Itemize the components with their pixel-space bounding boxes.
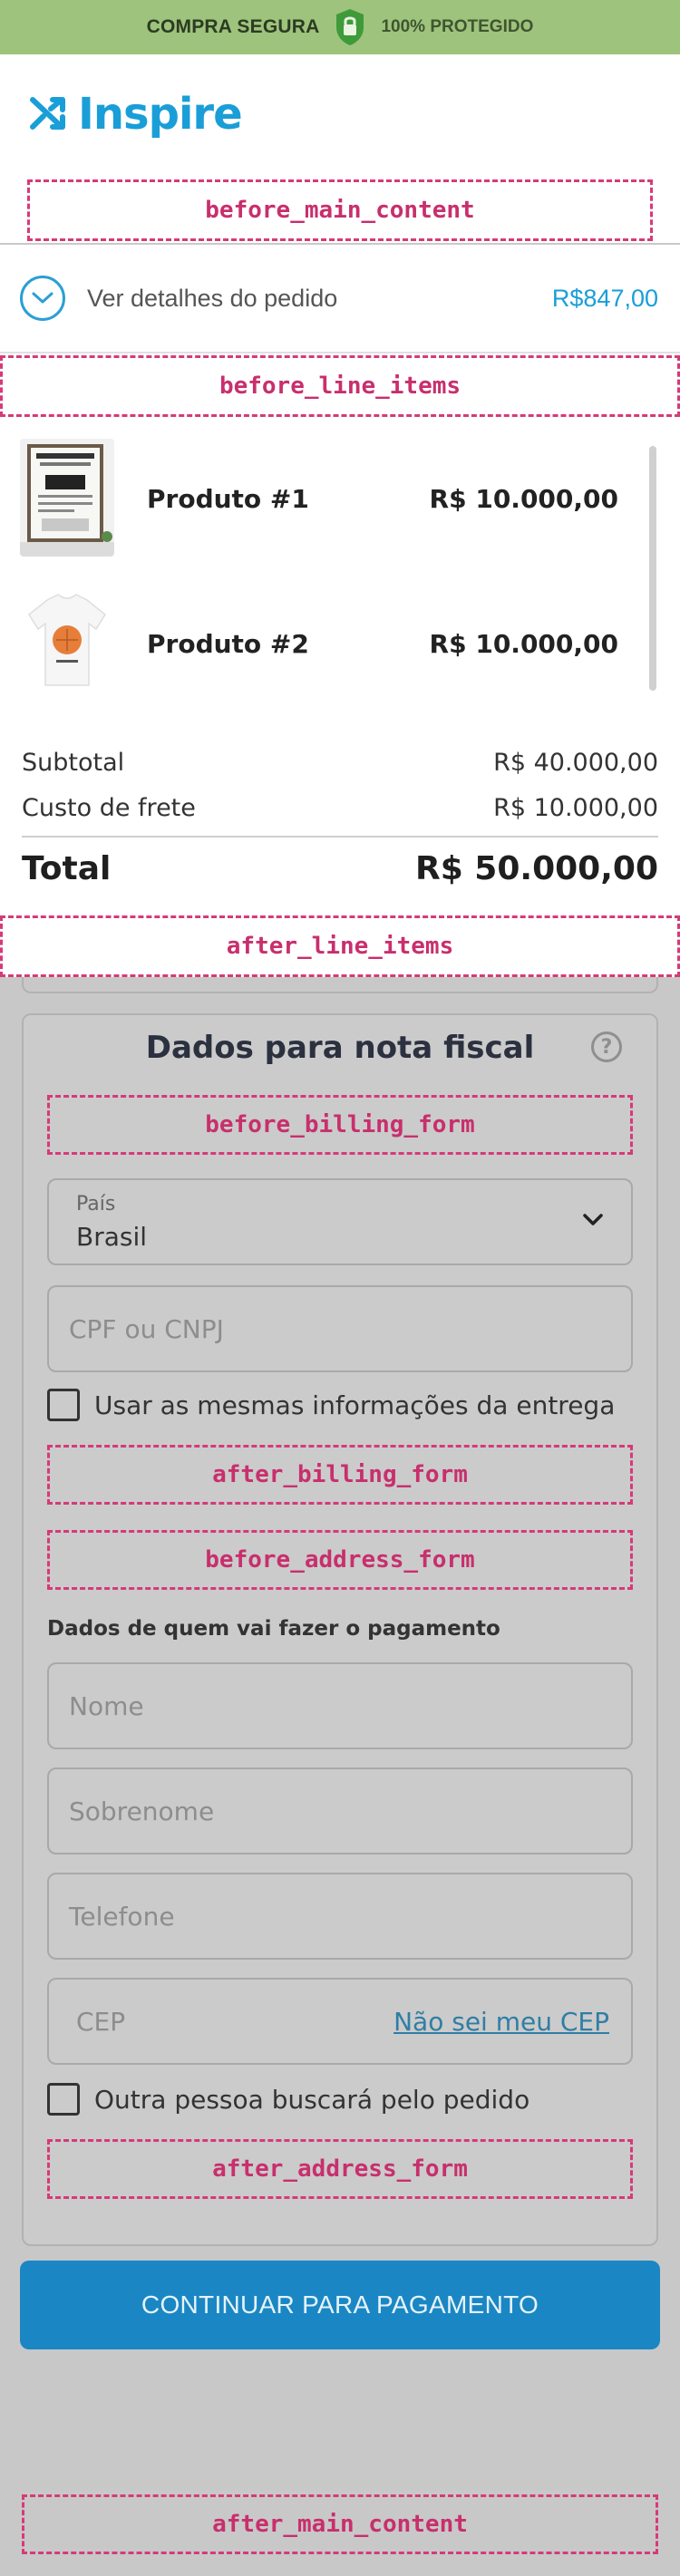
order-summary-toggle[interactable]: Ver detalhes do pedido R$847,00 — [0, 245, 680, 353]
framed-poster-image — [20, 439, 114, 557]
hook-after-address-form: after_address_form — [47, 2139, 633, 2199]
cep-placeholder: CEP — [76, 2007, 126, 2037]
line-item: Produto #1 R$ 10.000,00 — [0, 439, 680, 566]
total-label: Total — [22, 850, 112, 887]
subtotal-value: R$ 40.000,00 — [493, 749, 658, 777]
tshirt-image — [20, 584, 114, 702]
continue-to-payment-button[interactable]: CONTINUAR PARA PAGAMENTO — [20, 2261, 660, 2349]
subtotal-row: Subtotal R$ 40.000,00 — [22, 749, 658, 777]
surname-placeholder: Sobrenome — [69, 1796, 215, 1826]
subtotal-label: Subtotal — [22, 749, 125, 777]
question-icon[interactable]: ? — [591, 1031, 622, 1062]
hook-before-billing-form: before_billing_form — [47, 1095, 633, 1155]
item-price: R$ 10.000,00 — [429, 484, 618, 514]
billing-form-title: Dados para nota fiscal — [145, 1030, 535, 1066]
item-price: R$ 10.000,00 — [429, 629, 618, 659]
same-info-label[interactable]: Usar as mesmas informações da entrega — [94, 1390, 615, 1420]
order-summary-price: R$847,00 — [551, 285, 658, 312]
name-field[interactable]: Nome — [47, 1662, 633, 1749]
same-info-option[interactable]: Usar as mesmas informações da entrega — [47, 1389, 615, 1421]
cep-field[interactable]: CEP Não sei meu CEP — [47, 1978, 633, 2065]
hook-after-billing-form: after_billing_form — [47, 1445, 633, 1505]
shipping-label: Custo de frete — [22, 794, 196, 822]
shipping-row: Custo de frete R$ 10.000,00 — [22, 794, 658, 822]
pickup-checkbox[interactable] — [47, 2083, 80, 2116]
hook-before-main-content: before_main_content — [27, 179, 653, 241]
phone-placeholder: Telefone — [69, 1902, 175, 1932]
country-select[interactable]: País Brasil — [47, 1178, 633, 1265]
order-details-label[interactable]: Ver detalhes do pedido — [87, 285, 337, 313]
item-name: Produto #2 — [147, 629, 309, 659]
hook-after-line-items: after_line_items — [0, 915, 680, 977]
shield-lock-icon — [334, 7, 366, 47]
hook-before-line-items: before_line_items — [0, 355, 680, 417]
same-info-checkbox[interactable] — [47, 1389, 80, 1421]
pickup-option[interactable]: Outra pessoa buscará pelo pedido — [47, 2083, 529, 2116]
chevron-down-icon[interactable] — [20, 276, 65, 321]
pickup-label[interactable]: Outra pessoa buscará pelo pedido — [94, 2085, 529, 2115]
summary-divider — [0, 352, 680, 353]
secure-purchase-text: COMPRA SEGURA — [146, 16, 320, 37]
payer-section-heading: Dados de quem vai fazer o pagamento — [47, 1617, 500, 1641]
item-name: Produto #1 — [147, 484, 309, 514]
total-row: Total R$ 50.000,00 — [22, 850, 658, 887]
unknown-cep-link[interactable]: Não sei meu CEP — [393, 2007, 609, 2037]
protected-text: 100% PROTEGIDO — [381, 17, 534, 36]
brand-name: Inspire — [78, 89, 243, 140]
line-item: Produto #2 R$ 10.000,00 — [0, 584, 680, 711]
previous-card-edge — [22, 977, 658, 993]
document-field[interactable]: CPF ou CNPJ — [47, 1285, 633, 1372]
surname-field[interactable]: Sobrenome — [47, 1767, 633, 1855]
country-label: País — [76, 1193, 116, 1215]
shuffle-icon — [29, 92, 69, 137]
hook-before-address-form: before_address_form — [47, 1530, 633, 1590]
document-placeholder: CPF ou CNPJ — [69, 1314, 224, 1344]
shipping-value: R$ 10.000,00 — [493, 794, 658, 822]
phone-field[interactable]: Telefone — [47, 1873, 633, 1960]
security-banner: COMPRA SEGURA 100% PROTEGIDO — [0, 0, 680, 54]
chevron-down-icon — [582, 1213, 604, 1232]
country-value: Brasil — [76, 1222, 148, 1252]
brand-logo[interactable]: Inspire — [29, 89, 243, 140]
hook-after-main-content: after_main_content — [22, 2494, 658, 2554]
totals-divider — [22, 836, 658, 838]
items-scrollbar[interactable] — [649, 446, 656, 691]
name-placeholder: Nome — [69, 1691, 144, 1721]
total-value: R$ 50.000,00 — [415, 850, 658, 887]
